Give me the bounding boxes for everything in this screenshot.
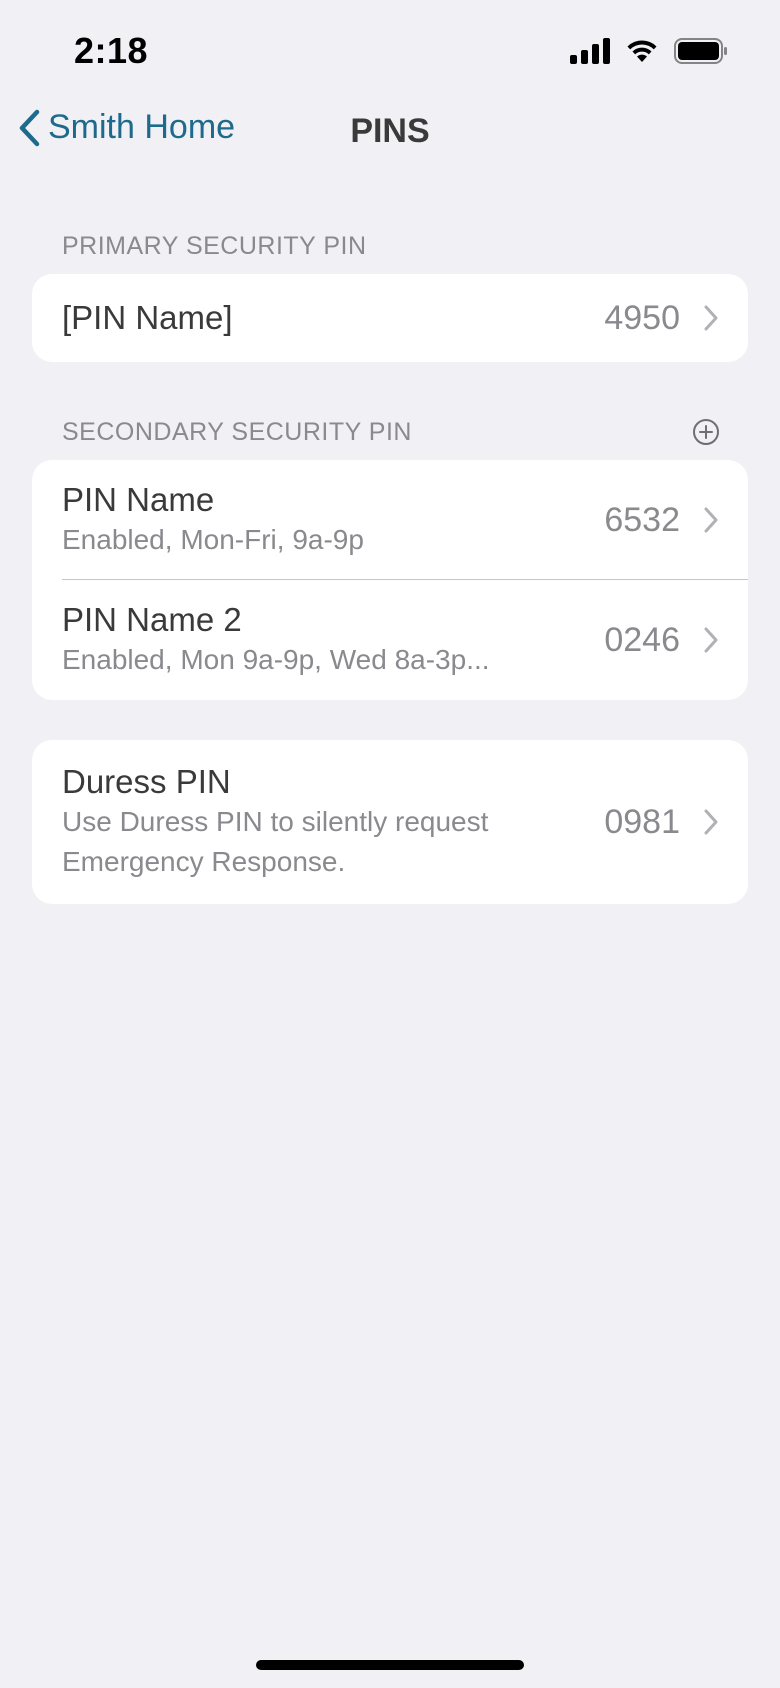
primary-section-header: PRIMARY SECURITY PIN xyxy=(62,232,367,260)
pin-name: [PIN Name] xyxy=(62,299,233,336)
home-indicator[interactable] xyxy=(256,1660,524,1670)
cellular-signal-icon xyxy=(570,38,610,64)
secondary-pin-row[interactable]: PIN Name Enabled, Mon-Fri, 9a-9p 6532 xyxy=(32,460,748,580)
status-time: 2:18 xyxy=(74,30,149,71)
duress-pin-card: Duress PIN Use Duress PIN to silently re… xyxy=(32,740,748,904)
duress-pin-row[interactable]: Duress PIN Use Duress PIN to silently re… xyxy=(32,740,748,904)
pin-name: PIN Name xyxy=(62,481,215,518)
secondary-section-header: SECONDARY SECURITY PIN xyxy=(62,418,412,446)
status-icons xyxy=(570,38,728,64)
row-text: Duress PIN Use Duress PIN to silently re… xyxy=(62,762,588,882)
duress-pin-title: Duress PIN xyxy=(62,763,231,800)
pin-schedule: Enabled, Mon-Fri, 9a-9p xyxy=(62,524,364,555)
row-text: [PIN Name] xyxy=(62,298,588,338)
secondary-pin-card: PIN Name Enabled, Mon-Fri, 9a-9p 6532 PI… xyxy=(32,460,748,700)
duress-pin-description: Use Duress PIN to silently request Emerg… xyxy=(62,806,489,877)
chevron-right-icon xyxy=(704,507,718,533)
pin-schedule: Enabled, Mon 9a-9p, Wed 8a-3p... xyxy=(62,644,490,675)
wifi-icon xyxy=(624,38,660,64)
pin-code: 6532 xyxy=(604,500,680,539)
row-text: PIN Name Enabled, Mon-Fri, 9a-9p xyxy=(62,480,588,560)
pin-name: PIN Name 2 xyxy=(62,601,242,638)
primary-pin-row[interactable]: [PIN Name] 4950 xyxy=(32,274,748,362)
back-button[interactable]: Smith Home xyxy=(18,108,235,147)
pin-code: 4950 xyxy=(604,298,680,337)
chevron-left-icon xyxy=(19,109,40,146)
pin-code: 0246 xyxy=(604,620,680,659)
chevron-right-icon xyxy=(704,809,718,835)
secondary-pin-row[interactable]: PIN Name 2 Enabled, Mon 9a-9p, Wed 8a-3p… xyxy=(32,580,748,700)
add-circle-icon[interactable] xyxy=(692,418,720,446)
back-label: Smith Home xyxy=(48,108,236,146)
primary-pin-card: [PIN Name] 4950 xyxy=(32,274,748,362)
battery-icon xyxy=(674,38,728,64)
navigation-bar: Smith Home PINS xyxy=(0,100,780,166)
row-text: PIN Name 2 Enabled, Mon 9a-9p, Wed 8a-3p… xyxy=(62,600,588,680)
chevron-right-icon xyxy=(704,305,718,331)
chevron-right-icon xyxy=(704,627,718,653)
status-bar: 2:18 xyxy=(0,0,780,100)
pin-code: 0981 xyxy=(604,802,680,841)
